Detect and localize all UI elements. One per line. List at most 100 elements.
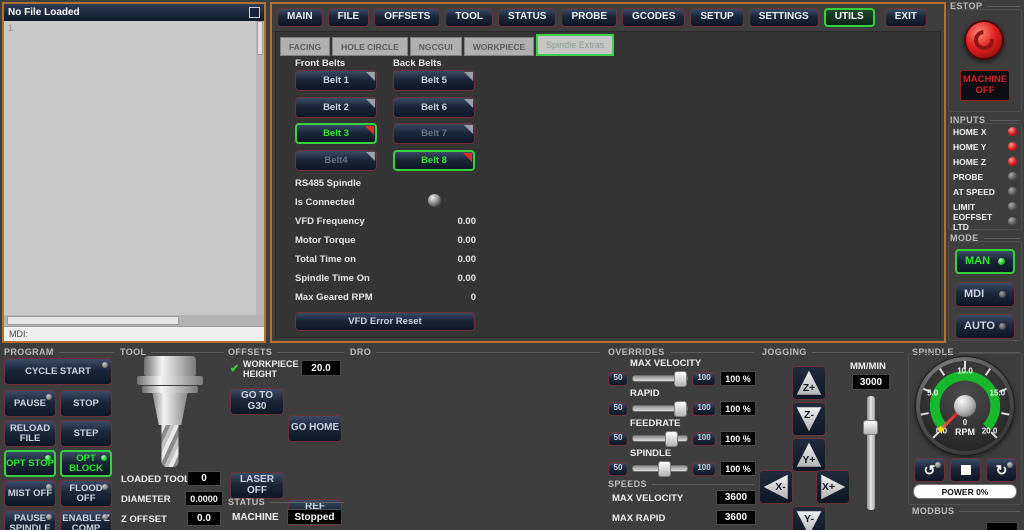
mdi-input[interactable]: MDI: bbox=[4, 326, 264, 341]
corner-fold-icon bbox=[464, 125, 473, 134]
status-group-title: STATUS bbox=[228, 497, 344, 507]
led-indicator bbox=[46, 514, 52, 520]
led-indicator bbox=[46, 484, 52, 490]
belt-2-button[interactable]: Belt 2 bbox=[295, 97, 377, 118]
max-rapid-value: 3600 bbox=[716, 510, 756, 525]
menu-file[interactable]: FILE bbox=[328, 8, 370, 27]
jog-x-minus-button[interactable]: X- bbox=[759, 470, 793, 504]
checkmark-icon[interactable]: ✔ bbox=[230, 362, 239, 375]
utils-tab-area: FACING HOLE CIRCLE NGCGUI WORKPIECE Spin… bbox=[275, 31, 941, 338]
jog-rate-slider-track[interactable] bbox=[867, 396, 875, 510]
opt-block-button[interactable]: OPT BLOCK bbox=[60, 450, 112, 477]
reload-file-button[interactable]: RELOAD FILE bbox=[4, 420, 56, 447]
spindle-stop-button[interactable] bbox=[950, 458, 981, 482]
override-value: 100 % bbox=[720, 371, 756, 386]
go-home-button[interactable]: GO HOME bbox=[288, 415, 342, 442]
slider-track[interactable] bbox=[632, 375, 688, 382]
spindle-cw-button[interactable]: ↻ bbox=[986, 458, 1017, 482]
tab-ngcgui[interactable]: NGCGUI bbox=[410, 37, 462, 56]
opt-stop-button[interactable]: OPT STOP bbox=[4, 450, 56, 477]
menu-probe[interactable]: PROBE bbox=[561, 8, 617, 27]
belt-5-button[interactable]: Belt 5 bbox=[393, 70, 475, 91]
go-to-g30-button[interactable]: GO TO G30 bbox=[230, 388, 284, 415]
slider-handle[interactable] bbox=[665, 431, 678, 447]
gcode-view[interactable]: 1 bbox=[4, 21, 264, 315]
stop-button[interactable]: STOP bbox=[60, 390, 112, 417]
jog-rate-slider-handle[interactable] bbox=[863, 420, 878, 435]
belt-1-button[interactable]: Belt 1 bbox=[295, 70, 377, 91]
jog-x-plus-button[interactable]: X+ bbox=[816, 470, 850, 504]
vertical-scrollbar-thumb[interactable] bbox=[257, 21, 263, 55]
slider-track[interactable] bbox=[632, 405, 688, 412]
slider-handle[interactable] bbox=[674, 401, 687, 417]
led-indicator bbox=[999, 291, 1006, 298]
horizontal-scrollbar[interactable] bbox=[4, 315, 264, 326]
menu-settings[interactable]: SETTINGS bbox=[749, 8, 819, 27]
belt-8-button[interactable]: Belt 8 bbox=[393, 150, 475, 171]
diameter-value: 0.0000 bbox=[185, 491, 223, 506]
mode-auto-button[interactable]: AUTO bbox=[955, 314, 1015, 339]
vertical-scrollbar[interactable] bbox=[256, 21, 264, 315]
slider-handle[interactable] bbox=[674, 371, 687, 387]
override-max-button[interactable]: 100 bbox=[692, 462, 716, 476]
jog-y-minus-button[interactable]: Y- bbox=[792, 506, 826, 530]
menu-main[interactable]: MAIN bbox=[277, 8, 323, 27]
spindle-ccw-button[interactable]: ↺ bbox=[914, 458, 945, 482]
subtab-bar: FACING HOLE CIRCLE NGCGUI WORKPIECE Spin… bbox=[276, 32, 940, 56]
belt-4-button[interactable]: Belt4 bbox=[295, 150, 377, 171]
override-min-button[interactable]: 50 bbox=[608, 432, 628, 446]
menu-gcodes[interactable]: GCODES bbox=[622, 8, 685, 27]
vfd-frequency-label: VFD Frequency bbox=[295, 216, 365, 227]
z-comp-button[interactable]: ENABLE Z COMP bbox=[60, 510, 112, 530]
menu-offsets[interactable]: OFFSETS bbox=[374, 8, 440, 27]
tab-hole-circle[interactable]: HOLE CIRCLE bbox=[332, 37, 408, 56]
tab-facing[interactable]: FACING bbox=[280, 37, 330, 56]
belt-6-button[interactable]: Belt 6 bbox=[393, 97, 475, 118]
override-max-button[interactable]: 100 bbox=[692, 402, 716, 416]
override-min-button[interactable]: 50 bbox=[608, 372, 628, 386]
horizontal-scrollbar-thumb[interactable] bbox=[7, 316, 179, 325]
tab-workpiece[interactable]: WORKPIECE bbox=[464, 37, 534, 56]
slider-track[interactable] bbox=[632, 435, 688, 442]
workpiece-height-value[interactable]: 20.0 bbox=[301, 360, 341, 376]
cycle-start-button[interactable]: CYCLE START bbox=[4, 358, 112, 385]
input-row: HOME X bbox=[949, 124, 1021, 139]
pause-spindle-button[interactable]: PAUSE SPINDLE bbox=[4, 510, 56, 530]
menu-utils[interactable]: UTILS bbox=[824, 8, 875, 27]
mode-mdi-button[interactable]: MDI bbox=[955, 282, 1015, 307]
spindle-override-label: SPINDLE bbox=[630, 448, 671, 459]
program-group-title: PROGRAM bbox=[4, 347, 114, 357]
pause-button[interactable]: PAUSE bbox=[4, 390, 56, 417]
override-max-button[interactable]: 100 bbox=[692, 372, 716, 386]
menu-setup[interactable]: SETUP bbox=[690, 8, 743, 27]
jog-z-plus-button[interactable]: Z+ bbox=[792, 366, 826, 400]
step-button[interactable]: STEP bbox=[60, 420, 112, 447]
machine-off-button[interactable]: MACHINE OFF bbox=[960, 70, 1010, 101]
menu-status[interactable]: STATUS bbox=[498, 8, 557, 27]
belt-3-label: Belt 3 bbox=[323, 129, 349, 139]
vfd-error-reset-button[interactable]: VFD Error Reset bbox=[295, 312, 475, 331]
exit-button[interactable]: EXIT bbox=[885, 8, 927, 27]
flood-button[interactable]: FLOOD OFF bbox=[60, 480, 112, 507]
mist-button[interactable]: MIST OFF bbox=[4, 480, 56, 507]
menu-tool[interactable]: TOOL bbox=[445, 8, 493, 27]
tab-spindle-extras[interactable]: Spindle Extras bbox=[536, 34, 614, 56]
jog-z-minus-button[interactable]: Z- bbox=[792, 402, 826, 436]
file-panel-toggle-button[interactable] bbox=[249, 7, 260, 18]
estop-icon[interactable] bbox=[964, 20, 1004, 60]
laser-button[interactable]: LASER OFF bbox=[230, 472, 284, 499]
jog-y-plus-button[interactable]: Y+ bbox=[792, 438, 826, 472]
override-min-button[interactable]: 50 bbox=[608, 402, 628, 416]
slider-handle[interactable] bbox=[658, 461, 671, 477]
override-max-button[interactable]: 100 bbox=[692, 432, 716, 446]
led-indicator bbox=[1008, 202, 1017, 211]
pause-label: PAUSE bbox=[14, 399, 46, 409]
override-min-button[interactable]: 50 bbox=[608, 462, 628, 476]
mode-man-button[interactable]: MAN bbox=[955, 249, 1015, 274]
led-indicator bbox=[1008, 157, 1017, 166]
input-label: PROBE bbox=[953, 172, 983, 182]
slider-track[interactable] bbox=[632, 465, 688, 472]
belt-7-button[interactable]: Belt 7 bbox=[393, 123, 475, 144]
corner-fold-icon bbox=[366, 72, 375, 81]
belt-3-button[interactable]: Belt 3 bbox=[295, 123, 377, 144]
